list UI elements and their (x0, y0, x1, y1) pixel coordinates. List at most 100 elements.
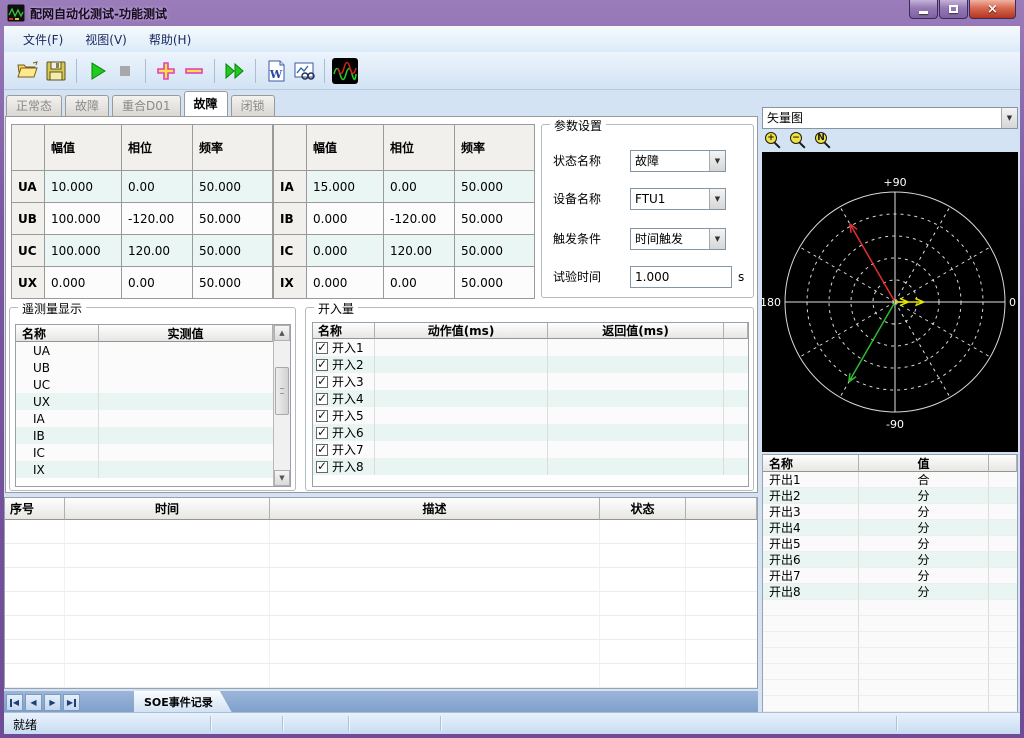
nav-prev-button[interactable]: ◀ (25, 694, 42, 711)
cell-ub-freq[interactable]: 50.000 (193, 203, 272, 234)
soe-event-tab[interactable]: SOE事件记录 (134, 691, 233, 714)
cell-ia-freq[interactable]: 50.000 (455, 171, 534, 202)
cell-ic-freq[interactable]: 50.000 (455, 235, 534, 266)
app-window: 配网自动化测试-功能测试 × 文件(F) 视图(V) 帮助(H) (0, 0, 1024, 738)
toolbar: W (4, 52, 1020, 90)
input-checkbox[interactable] (316, 393, 328, 405)
status-separator (896, 716, 897, 731)
close-button[interactable]: × (969, 0, 1016, 19)
open-folder-icon (16, 59, 40, 83)
svg-text:+90: +90 (883, 176, 906, 189)
cell-ux-phase[interactable]: 0.00 (122, 267, 192, 298)
arrow-right-icon: ▶ (49, 698, 55, 707)
cell-ib-freq[interactable]: 50.000 (455, 203, 534, 234)
input-checkbox[interactable] (316, 342, 328, 354)
fast-forward-icon (223, 59, 247, 83)
statusbar: 就绪 (4, 712, 1020, 734)
add-button[interactable] (152, 57, 180, 85)
output-empty-row (763, 664, 1017, 680)
state-tabbar: 正常态 故障 重合D01 故障 闭锁 (6, 91, 278, 116)
cell-ux-amp[interactable]: 0.000 (45, 267, 121, 298)
scroll-up-button[interactable]: ▲ (274, 325, 290, 341)
col-header-desc: 描述 (270, 498, 600, 520)
cell-ix-freq[interactable]: 50.000 (455, 267, 534, 298)
report-preview-button[interactable] (290, 57, 318, 85)
minimize-button[interactable] (909, 0, 938, 19)
output-row: 开出3分 (763, 504, 1017, 520)
cell-uc-phase[interactable]: 120.00 (122, 235, 192, 266)
cell-ib-phase[interactable]: -120.00 (384, 203, 454, 234)
col-header-freq: 频率 (455, 125, 534, 170)
col-header-phase: 相位 (384, 125, 454, 170)
zoom-in-button[interactable]: + (764, 131, 782, 150)
cell-uc-freq[interactable]: 50.000 (193, 235, 272, 266)
menu-file[interactable]: 文件(F) (12, 27, 74, 52)
save-button[interactable] (42, 57, 70, 85)
test-time-input[interactable] (630, 266, 732, 288)
event-row (5, 592, 757, 616)
svg-text:-90: -90 (886, 418, 904, 431)
zoom-out-button[interactable]: − (789, 131, 807, 150)
input-checkbox[interactable] (316, 444, 328, 456)
stop-button[interactable] (111, 57, 139, 85)
input-checkbox[interactable] (316, 461, 328, 473)
cell-ua-freq[interactable]: 50.000 (193, 171, 272, 202)
cell-ic-amp[interactable]: 0.000 (307, 235, 383, 266)
col-header-amp: 幅值 (45, 125, 121, 170)
vertical-scrollbar[interactable]: ▲ ▼ (273, 325, 290, 486)
save-icon (44, 59, 68, 83)
waveform-button[interactable] (331, 57, 359, 85)
tab-reclose-d01[interactable]: 重合D01 (112, 95, 181, 116)
cell-ix-phase[interactable]: 0.00 (384, 267, 454, 298)
tab-fault-1[interactable]: 故障 (65, 95, 109, 116)
run-all-button[interactable] (221, 57, 249, 85)
status-separator (210, 716, 211, 731)
input-checkbox[interactable] (316, 410, 328, 422)
status-name-select[interactable]: 故障 ▼ (630, 150, 726, 172)
scroll-down-button[interactable]: ▼ (274, 470, 290, 486)
cell-ic-phase[interactable]: 120.00 (384, 235, 454, 266)
run-button[interactable] (83, 57, 111, 85)
cell-ua-amp[interactable]: 10.000 (45, 171, 121, 202)
group-title: 参数设置 (550, 117, 606, 134)
tab-normal-state[interactable]: 正常态 (6, 95, 62, 116)
cell-uc-amp[interactable]: 100.000 (45, 235, 121, 266)
open-file-button[interactable] (14, 57, 42, 85)
zoom-normal-button[interactable]: N (814, 131, 832, 150)
cell-ia-amp[interactable]: 15.000 (307, 171, 383, 202)
trigger-condition-select[interactable]: 时间触发 ▼ (630, 228, 726, 250)
device-name-select[interactable]: FTU1 ▼ (630, 188, 726, 210)
nav-first-button[interactable]: ◀ (6, 694, 23, 711)
input-checkbox[interactable] (316, 359, 328, 371)
arrow-right-icon: ▶ (67, 698, 73, 707)
row-label: UX (12, 267, 44, 298)
cell-ia-phase[interactable]: 0.00 (384, 171, 454, 202)
tab-fault-active[interactable]: 故障 (184, 91, 228, 116)
event-row (5, 568, 757, 592)
toolbar-separator (214, 59, 215, 83)
titlebar: 配网自动化测试-功能测试 × (0, 0, 1024, 26)
nav-next-button[interactable]: ▶ (44, 694, 61, 711)
input-checkbox[interactable] (316, 376, 328, 388)
view-select[interactable]: 矢量图 ▼ (762, 107, 1018, 129)
scroll-thumb[interactable] (275, 367, 289, 415)
cell-ib-amp[interactable]: 0.000 (307, 203, 383, 234)
nav-last-button[interactable]: ▶ (63, 694, 80, 711)
cell-ua-phase[interactable]: 0.00 (122, 171, 192, 202)
digital-input-row: 开入2 (313, 356, 748, 373)
status-separator (282, 716, 283, 731)
row-label: IB (274, 203, 306, 234)
menu-help[interactable]: 帮助(H) (138, 27, 202, 52)
remove-button[interactable] (180, 57, 208, 85)
input-checkbox[interactable] (316, 427, 328, 439)
tab-lockout[interactable]: 闭锁 (231, 95, 275, 116)
cell-ux-freq[interactable]: 50.000 (193, 267, 272, 298)
cell-ub-phase[interactable]: -120.00 (122, 203, 192, 234)
telemetry-row: IX (16, 461, 273, 478)
scroll-grip (280, 388, 284, 394)
cell-ub-amp[interactable]: 100.000 (45, 203, 121, 234)
export-word-button[interactable]: W (262, 57, 290, 85)
cell-ix-amp[interactable]: 0.000 (307, 267, 383, 298)
menu-view[interactable]: 视图(V) (74, 27, 138, 52)
maximize-button[interactable] (939, 0, 968, 19)
